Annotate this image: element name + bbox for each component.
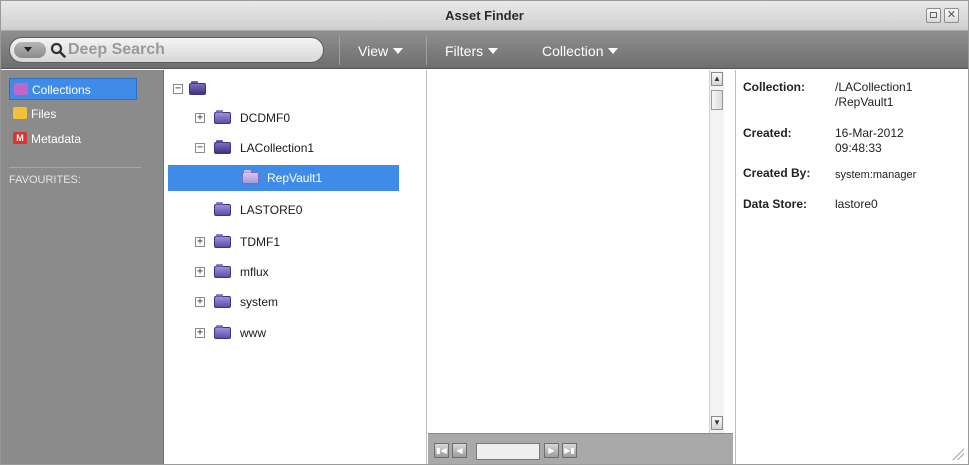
collapse-icon[interactable]: − — [195, 143, 205, 153]
data-store-value: lastore0 — [835, 197, 878, 211]
search-box — [9, 37, 324, 63]
created-by-label: Created By: — [743, 166, 811, 180]
created-time: 09:48:33 — [835, 141, 882, 155]
expand-icon[interactable]: + — [195, 267, 205, 277]
collection-menu-label: Collection — [542, 43, 604, 59]
search-icon — [50, 42, 66, 58]
created-by-value: system:manager — [835, 169, 917, 181]
expand-icon[interactable]: + — [195, 237, 205, 247]
search-options-button[interactable] — [14, 42, 46, 58]
folder-icon — [214, 325, 231, 339]
close-button[interactable]: ✕ — [944, 8, 959, 23]
favourites-heading: FAVOURITES: — [9, 174, 81, 186]
caret-down-icon — [488, 48, 499, 54]
pagination-bar: ▮◀ ◀ ▶ ▶▮ — [428, 433, 733, 464]
next-page-icon[interactable]: ▶ — [544, 443, 559, 458]
window-title: Asset Finder — [445, 8, 524, 23]
sidebar-item-files[interactable]: Files — [9, 103, 137, 125]
asset-list-pane: ▲ ▼ ▮◀ ◀ ▶ ▶▮ — [428, 70, 736, 464]
created-label: Created: — [743, 126, 792, 140]
folder-icon — [214, 294, 231, 308]
first-page-icon[interactable]: ▮◀ — [434, 443, 449, 458]
toolbar: View Filters Collection — [1, 31, 968, 69]
collapse-icon[interactable]: − — [173, 84, 183, 94]
collection-tree: − + DCDMF0 − LACollection1 RepVault1 LAS… — [165, 70, 427, 464]
tree-node-selected[interactable]: RepVault1 — [168, 165, 399, 191]
folder-icon — [242, 170, 259, 184]
tree-node-label: www — [240, 326, 266, 340]
tree-node-label: system — [240, 295, 279, 309]
data-store-label: Data Store: — [743, 197, 808, 211]
toolbar-divider — [426, 35, 427, 65]
sidebar-item-label: Collections — [32, 83, 91, 97]
folder-icon — [189, 81, 206, 95]
caret-down-icon — [608, 48, 619, 54]
previous-page-icon[interactable]: ◀ — [452, 443, 467, 458]
sidebar: Collections Files M Metadata FAVOURITES: — [1, 70, 164, 464]
filters-menu-label: Filters — [445, 43, 484, 59]
folder-icon — [214, 264, 231, 278]
toolbar-divider — [339, 35, 340, 65]
folder-icon — [214, 234, 231, 248]
sidebar-item-collections[interactable]: Collections — [9, 78, 137, 100]
filters-menu[interactable]: Filters — [445, 43, 499, 59]
expand-icon[interactable]: + — [195, 328, 205, 338]
asset-finder-window: Asset Finder ✕ View Filters Collection C… — [0, 0, 969, 465]
restore-icon — [930, 12, 937, 18]
collections-icon — [14, 83, 28, 95]
tree-node-label: TDMF1 — [240, 235, 280, 249]
collection-value-line-2: /RepVault1 — [835, 95, 894, 109]
collection-menu[interactable]: Collection — [542, 43, 619, 59]
chevron-down-icon — [24, 47, 32, 52]
last-page-icon[interactable]: ▶▮ — [562, 443, 577, 458]
expand-icon[interactable]: + — [195, 297, 205, 307]
expand-icon[interactable]: + — [195, 113, 205, 123]
tree-node-label: LASTORE0 — [240, 203, 303, 217]
scroll-down-button[interactable]: ▼ — [711, 416, 723, 430]
page-number-input[interactable] — [476, 443, 540, 460]
folder-icon — [13, 107, 27, 119]
restore-button[interactable] — [926, 8, 941, 23]
folder-icon — [214, 140, 231, 154]
collection-label: Collection: — [743, 80, 805, 94]
details-pane: Collection: /LACollection1 /RepVault1 Cr… — [737, 70, 968, 464]
title-bar: Asset Finder ✕ — [1, 1, 968, 31]
folder-icon — [214, 110, 231, 124]
tree-node-label: RepVault1 — [267, 171, 323, 185]
folder-icon — [214, 202, 231, 216]
scroll-up-button[interactable]: ▲ — [711, 72, 723, 86]
resize-grip-icon[interactable] — [952, 448, 964, 460]
tree-node-label: mflux — [240, 265, 269, 279]
sidebar-divider — [9, 167, 141, 168]
sidebar-item-metadata[interactable]: M Metadata — [9, 128, 137, 150]
sidebar-item-label: Metadata — [31, 132, 82, 146]
view-menu-label: View — [358, 43, 389, 59]
collection-value-line-1: /LACollection1 — [835, 80, 913, 94]
tree-node-label: DCDMF0 — [240, 111, 290, 125]
caret-down-icon — [393, 48, 404, 54]
scroll-thumb[interactable] — [711, 90, 723, 110]
view-menu[interactable]: View — [358, 43, 404, 59]
close-icon: ✕ — [946, 9, 957, 21]
deep-search-input[interactable] — [68, 40, 308, 60]
created-date: 16-Mar-2012 — [835, 126, 904, 140]
vertical-scrollbar[interactable]: ▲ ▼ — [709, 70, 724, 436]
tree-node-label: LACollection1 — [240, 141, 315, 155]
metadata-icon: M — [13, 132, 27, 144]
sidebar-item-label: Files — [31, 107, 57, 121]
